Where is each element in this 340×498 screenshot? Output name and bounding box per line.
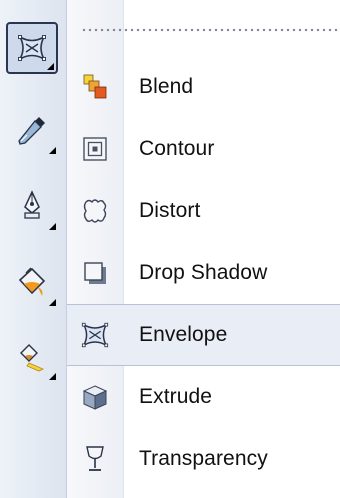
fill-tool[interactable]: [6, 256, 58, 308]
envelope-icon: [17, 34, 47, 62]
corel-flyout-screenshot: Blend Contour Distort Drop Shadow Envelo…: [0, 0, 340, 498]
menu-item-envelope[interactable]: Envelope: [67, 304, 340, 366]
menu-item-blend[interactable]: Blend: [67, 56, 340, 118]
drop-shadow-icon: [67, 242, 123, 304]
transparency-icon: [67, 428, 123, 490]
menu-item-label: Contour: [139, 137, 215, 160]
contour-icon: [67, 118, 123, 180]
menu-item-label: Extrude: [139, 385, 213, 408]
flyout-grip-handle[interactable]: [81, 28, 339, 32]
eyedropper-icon: [18, 117, 45, 145]
flyout-arrow-icon: [47, 63, 54, 70]
interactive-fill-tool[interactable]: [6, 330, 58, 382]
flyout-arrow-icon: [49, 223, 56, 230]
distort-icon: [67, 180, 123, 242]
envelope-icon: [67, 304, 123, 366]
eyedropper-tool[interactable]: [6, 104, 58, 156]
menu-item-label: Blend: [139, 75, 194, 98]
pen-nib-icon: [24, 190, 40, 219]
menu-item-contour[interactable]: Contour: [67, 118, 340, 180]
flyout-arrow-icon: [49, 299, 56, 306]
menu-item-label: Envelope: [139, 323, 228, 346]
effects-flyout-menu: Blend Contour Distort Drop Shadow Envelo…: [66, 0, 340, 498]
menu-item-label: Distort: [139, 199, 201, 222]
menu-item-label: Transparency: [139, 447, 268, 470]
extrude-icon: [67, 366, 123, 428]
interactive-effects-tool[interactable]: [6, 22, 58, 74]
menu-item-drop-shadow[interactable]: Drop Shadow: [67, 242, 340, 304]
flyout-arrow-icon: [49, 147, 56, 154]
menu-item-extrude[interactable]: Extrude: [67, 366, 340, 428]
flyout-arrow-icon: [49, 373, 56, 380]
paint-bucket-icon: [18, 267, 46, 296]
blend-icon: [67, 56, 123, 118]
toolbox: [0, 0, 67, 498]
menu-item-distort[interactable]: Distort: [67, 180, 340, 242]
menu-item-transparency[interactable]: Transparency: [67, 428, 340, 490]
interactive-fill-icon: [20, 344, 44, 372]
menu-item-label: Drop Shadow: [139, 261, 268, 284]
outline-pen-tool[interactable]: [6, 180, 58, 232]
